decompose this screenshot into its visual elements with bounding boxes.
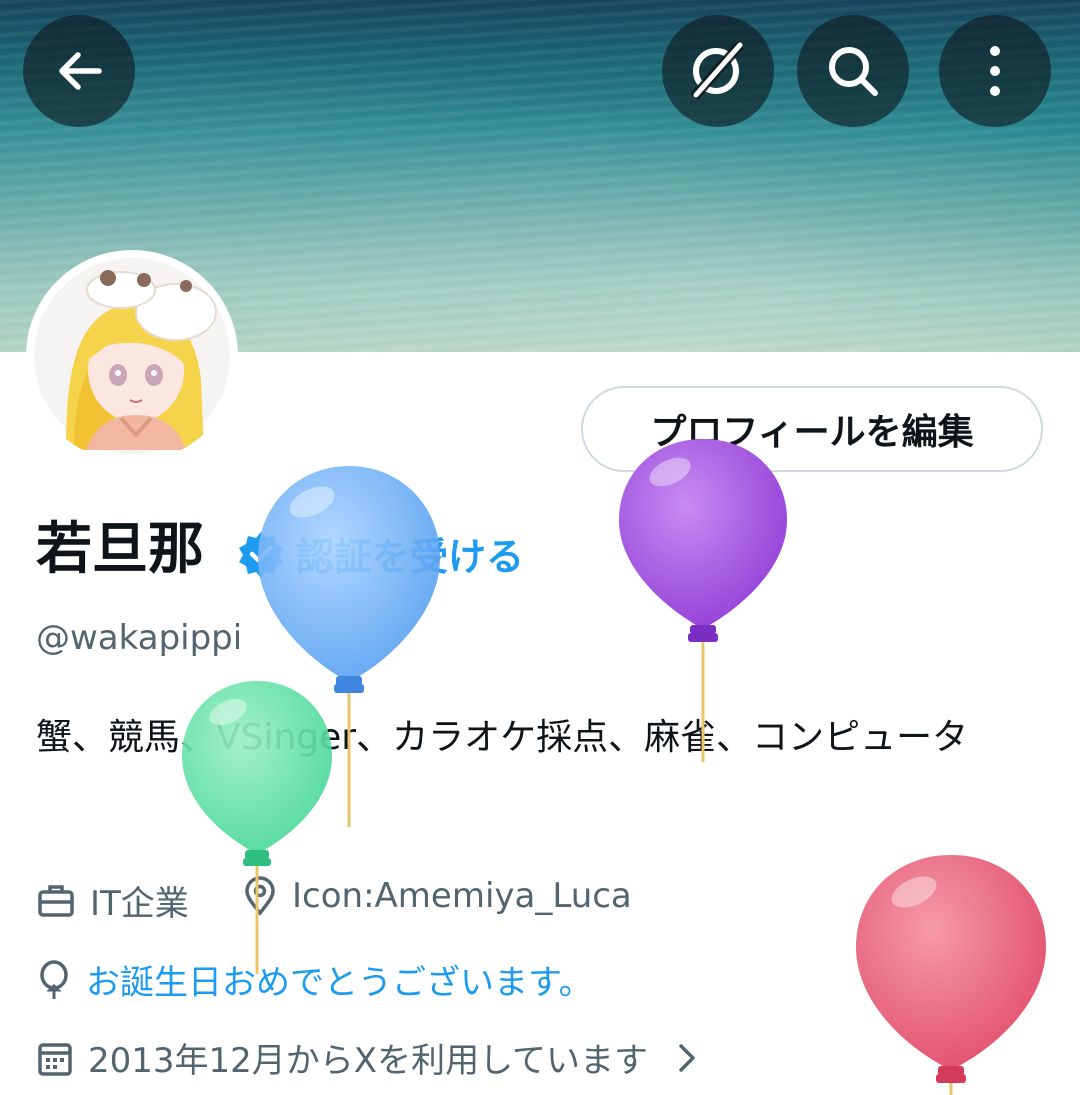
arrow-left-icon <box>59 52 102 90</box>
more-vertical-icon <box>990 46 1000 96</box>
profile-avatar[interactable] <box>26 250 238 462</box>
profile-name: 若旦那 <box>36 517 204 582</box>
grok-button[interactable] <box>662 15 774 127</box>
balloon-green <box>178 678 336 978</box>
back-button[interactable] <box>23 15 135 127</box>
profile-work: IT企業 <box>36 876 189 925</box>
balloon-icon <box>40 959 68 999</box>
briefcase-icon <box>38 884 74 917</box>
chevron-right-icon <box>679 1043 695 1072</box>
joined-label: 2013年12月からXを利用しています <box>88 1041 649 1081</box>
avatar-illustration <box>34 258 230 454</box>
location-label: Icon:Amemiya_Luca <box>292 876 632 916</box>
profile-handle: @wakapippi <box>36 618 243 658</box>
profile-joined[interactable]: 2013年12月からXを利用しています <box>36 1033 702 1082</box>
search-button[interactable] <box>797 15 909 127</box>
balloon-purple <box>616 436 790 766</box>
balloon-red <box>854 852 1048 1095</box>
birthday-label[interactable]: お誕生日おめでとうございます。 <box>86 955 593 1004</box>
calendar-icon <box>38 1042 72 1076</box>
work-label: IT企業 <box>90 884 189 924</box>
grok-icon <box>690 41 744 101</box>
more-button[interactable] <box>939 15 1051 127</box>
search-icon <box>829 47 878 96</box>
